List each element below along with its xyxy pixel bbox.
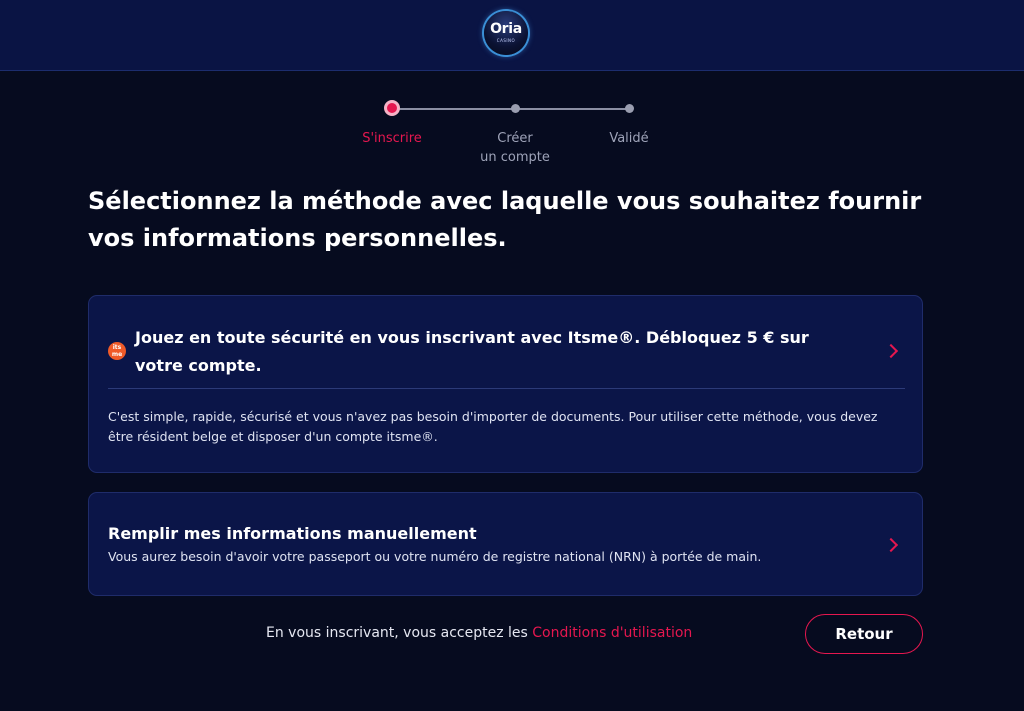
manual-option-description: Vous aurez besoin d'avoir votre passepor…	[108, 549, 762, 564]
step-label-creer-compte: Créer un compte	[455, 129, 575, 167]
terms-link[interactable]: Conditions d'utilisation	[532, 625, 692, 641]
itsme-icon-text: its	[112, 344, 122, 351]
itsme-logo-icon: its me	[108, 342, 126, 360]
page-title: Sélectionnez la méthode avec laquelle vo…	[88, 187, 922, 252]
manual-option-card[interactable]: Remplir mes informations manuellement Vo…	[88, 492, 923, 596]
terms-prefix: En vous inscrivant, vous acceptez les	[266, 625, 533, 641]
step-label-valide: Validé	[609, 131, 649, 146]
terms-notice: En vous inscrivant, vous acceptez les Co…	[266, 625, 692, 641]
step-label-sinscrire: S'inscrire	[362, 131, 422, 146]
step-dot-valide	[625, 104, 634, 113]
step-label-line: un compte	[480, 150, 550, 165]
card-divider	[108, 388, 905, 389]
itsme-option-card[interactable]: its me Jouez en toute sécurité en vous i…	[88, 295, 923, 473]
step-connector	[515, 108, 629, 110]
itsme-option-description: C'est simple, rapide, sécurisé et vous n…	[108, 409, 878, 444]
chevron-right-icon[interactable]	[883, 343, 899, 359]
registration-stepper: S'inscrire Créer un compte Validé	[0, 0, 1024, 170]
step-connector	[393, 108, 515, 110]
itsme-option-title: Jouez en toute sécurité en vous inscriva…	[135, 328, 809, 375]
back-button[interactable]: Retour	[805, 614, 923, 654]
step-dot-sinscrire	[384, 100, 400, 116]
itsme-icon-text: me	[111, 351, 123, 358]
step-label-line: Créer	[497, 131, 533, 146]
manual-option-title: Remplir mes informations manuellement	[108, 524, 477, 543]
step-dot-creer-compte	[511, 104, 520, 113]
